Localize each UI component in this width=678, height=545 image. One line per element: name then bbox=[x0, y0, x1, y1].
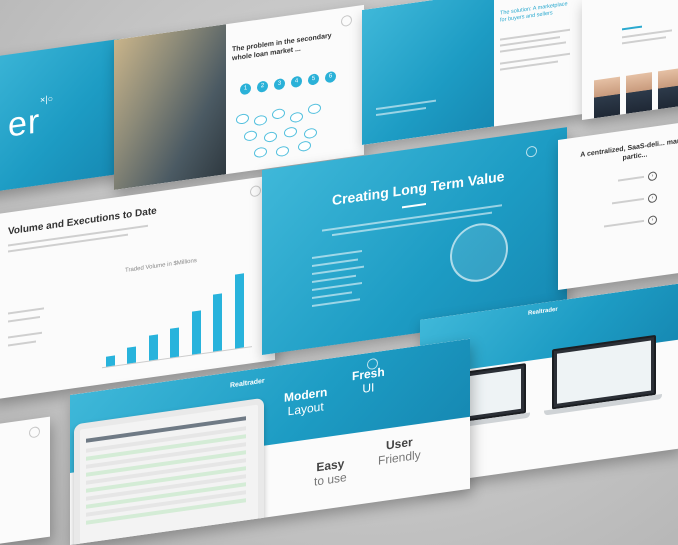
feature-fresh: Fresh UI bbox=[352, 364, 385, 396]
arrow-right-icon: › bbox=[648, 171, 657, 182]
logo-x-icon: ×|○ bbox=[40, 93, 54, 106]
value-circle bbox=[450, 219, 508, 286]
team-photo-1 bbox=[594, 76, 620, 119]
chart-bar bbox=[234, 273, 244, 349]
chart-bar bbox=[170, 327, 180, 358]
step-2: 2 bbox=[257, 80, 268, 93]
info-circle-icon bbox=[250, 184, 261, 198]
info-circle-icon bbox=[341, 14, 352, 28]
chart-bar bbox=[127, 346, 137, 364]
team-photo-2 bbox=[626, 72, 652, 114]
marketplace-photo bbox=[362, 0, 494, 145]
value-title: Creating Long Term Value bbox=[332, 167, 505, 209]
chart-title: Traded Volume in $Millions bbox=[125, 257, 197, 275]
step-1: 1 bbox=[240, 82, 251, 96]
volume-title: Volume and Executions to Date bbox=[8, 205, 157, 238]
step-4: 4 bbox=[291, 75, 302, 89]
info-circle-icon bbox=[29, 425, 40, 439]
step-5: 5 bbox=[308, 73, 319, 86]
slide-team[interactable] bbox=[582, 0, 678, 120]
bar-chart bbox=[102, 264, 252, 369]
problems-title: The problem in the secondary whole loan … bbox=[232, 32, 332, 63]
slide-marketplace[interactable]: The solution: A marketplace for buyers a… bbox=[362, 0, 582, 145]
hands-photo bbox=[114, 24, 226, 190]
info-circle-icon bbox=[526, 145, 537, 158]
slide-centralized[interactable]: A centralized, SaaS-deli... market parti… bbox=[558, 120, 678, 290]
logo-mark: er bbox=[8, 102, 41, 145]
feature-easy: Easy to use bbox=[314, 456, 347, 489]
arrow-right-icon: › bbox=[648, 215, 657, 226]
slide-logo[interactable]: er ×|○ bbox=[0, 38, 120, 195]
feature-user: User Friendly bbox=[378, 434, 421, 468]
tablet-mockup bbox=[74, 397, 264, 545]
chart-bar bbox=[148, 334, 158, 361]
chart-bar bbox=[213, 292, 223, 352]
marketplace-title: The solution: A marketplace for buyers a… bbox=[500, 1, 568, 24]
mockup-stage: er ×|○ The problem in the secondary whol… bbox=[0, 0, 678, 545]
chart-bar bbox=[191, 310, 201, 355]
chart-bar bbox=[106, 355, 115, 367]
step-6: 6 bbox=[325, 70, 336, 84]
centralized-title: A centralized, SaaS-deli... market parti… bbox=[580, 136, 678, 162]
step-3: 3 bbox=[274, 77, 285, 91]
slide-volume[interactable]: Volume and Executions to Date Traded Vol… bbox=[0, 174, 275, 400]
arrow-right-icon: › bbox=[648, 193, 657, 204]
team-photo-3 bbox=[658, 67, 678, 110]
slide-partial-bottom-left[interactable] bbox=[0, 416, 50, 545]
